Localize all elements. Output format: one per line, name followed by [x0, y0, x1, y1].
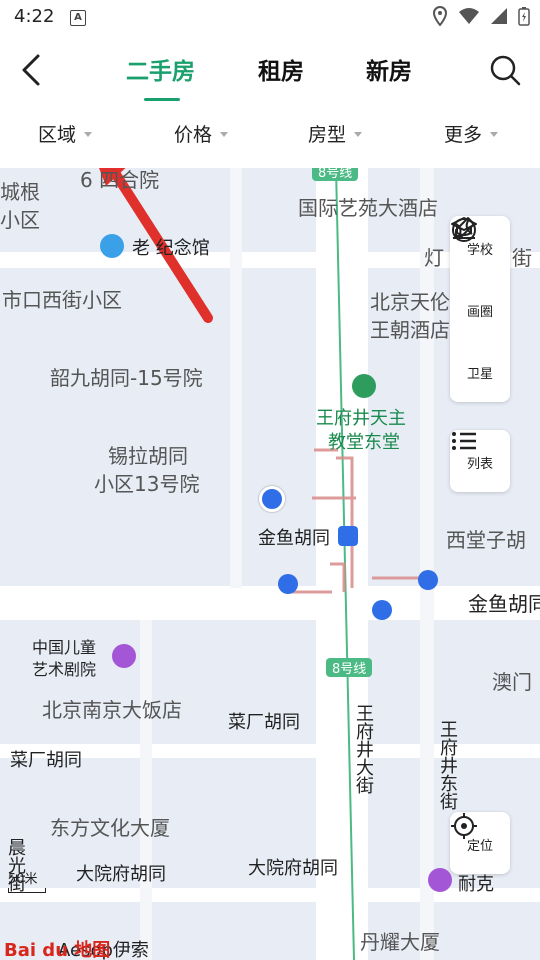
- map-label: 东方文化大厦: [50, 816, 170, 840]
- satellite-button[interactable]: 卫星: [450, 218, 510, 402]
- globe-icon: [452, 218, 476, 242]
- filter-layout[interactable]: 房型: [308, 120, 363, 147]
- filter-bar: 区域 价格 房型 更多: [0, 108, 540, 169]
- location-icon: [432, 6, 448, 26]
- search-icon: [490, 55, 521, 86]
- map-label: 菜厂胡同: [10, 750, 82, 771]
- bus-stop-c-icon: [278, 574, 298, 594]
- map-label: 小区13号院: [94, 472, 200, 496]
- map-label: 金鱼胡同: [468, 592, 540, 616]
- list-icon: [452, 432, 476, 450]
- theater-icon: [112, 644, 136, 668]
- status-time: 4:22: [14, 6, 55, 27]
- top-nav: 二手房 租房 新房: [0, 36, 540, 108]
- map-label: 金鱼胡同: [258, 528, 330, 549]
- map-layer-controls: 学校 画圈 卫星: [450, 216, 510, 402]
- baidu-map-logo: Bai du 地图: [4, 940, 111, 960]
- crosshair-icon: [451, 813, 477, 839]
- current-location-icon: [259, 486, 285, 512]
- tab-rent[interactable]: 租房: [258, 52, 304, 86]
- tab-new-homes[interactable]: 新房: [366, 52, 412, 86]
- shop-icon: [428, 868, 452, 892]
- map-label: 城根: [0, 180, 40, 204]
- map-scale-bar: [8, 888, 46, 893]
- caret-down-icon: [354, 132, 363, 137]
- subway-line-badge: 8号线: [312, 168, 359, 181]
- map-label: 国际艺苑大酒店: [298, 196, 438, 220]
- satellite-label: 卫星: [466, 366, 493, 382]
- battery-icon: [518, 7, 530, 26]
- map-scale-label: 50米: [8, 872, 38, 887]
- draw-circle-button[interactable]: 画圈: [450, 217, 510, 340]
- map-label: 6 四合院: [80, 168, 160, 192]
- list-button[interactable]: 列表: [450, 430, 510, 492]
- map-view[interactable]: 城根 小区 6 四合院 8号线 国际艺苑大酒店 老 纪念馆 灯 街 市口西街小区…: [0, 168, 540, 960]
- caret-down-icon: [490, 132, 499, 137]
- map-label: 艺术剧院: [32, 660, 97, 679]
- status-icons: [432, 6, 530, 26]
- map-label: 北京南京大饭店: [42, 698, 182, 722]
- locate-button[interactable]: 定位: [450, 812, 510, 874]
- map-label: 锡拉胡同: [108, 444, 188, 468]
- filter-layout-label: 房型: [308, 124, 347, 146]
- map-label: 市口西街小区: [2, 288, 122, 312]
- active-tab-indicator: [144, 98, 180, 101]
- subway-line-badge: 8号线: [326, 658, 373, 677]
- map-label: 丹耀大厦: [360, 930, 440, 954]
- list-label: 列表: [466, 456, 493, 472]
- map-label: 王朝酒店: [370, 318, 450, 342]
- map-label: 教堂东堂: [328, 432, 400, 453]
- filter-price[interactable]: 价格: [174, 120, 229, 147]
- search-button[interactable]: [486, 50, 524, 90]
- chevron-left-icon: [22, 54, 40, 86]
- filter-district-label: 区域: [38, 124, 77, 146]
- subway-exit-icon: [372, 600, 392, 620]
- map-label: 北京天伦: [370, 290, 450, 314]
- map-label: 老 纪念馆: [132, 238, 210, 259]
- bus-stop-b-icon: [418, 570, 438, 590]
- map-label: 王府井天主: [316, 408, 406, 429]
- map-label: 小区: [0, 208, 40, 232]
- map-label: 王府井东街: [437, 720, 458, 810]
- caret-down-icon: [220, 132, 229, 137]
- caret-down-icon: [84, 132, 93, 137]
- map-label: 王府井大街: [353, 704, 374, 794]
- signal-icon: [491, 8, 507, 24]
- map-label: 韶九胡同-15号院: [50, 366, 203, 390]
- map-label: 澳门: [492, 670, 532, 694]
- map-label: 灯: [424, 246, 444, 270]
- tab-secondhand[interactable]: 二手房: [126, 52, 195, 86]
- subway-station-icon: [338, 526, 358, 546]
- list-view-control: 列表: [450, 430, 510, 492]
- map-label: 大院府胡同: [248, 858, 338, 879]
- locate-control: 定位: [450, 812, 510, 874]
- map-label: 西堂子胡: [446, 528, 526, 552]
- filter-district[interactable]: 区域: [38, 120, 93, 147]
- filter-more-label: 更多: [444, 124, 483, 146]
- map-label: 街: [512, 246, 532, 270]
- map-label: 中国儿童: [32, 638, 97, 657]
- museum-icon: [100, 234, 124, 258]
- status-bar: 4:22 A: [0, 0, 540, 36]
- church-icon: [352, 374, 376, 398]
- filter-more[interactable]: 更多: [444, 120, 499, 147]
- notification-badge-icon: A: [70, 10, 86, 26]
- map-label: 菜厂胡同: [228, 712, 300, 733]
- draw-label: 画圈: [466, 304, 493, 320]
- map-label: 大院府胡同: [76, 864, 166, 885]
- filter-price-label: 价格: [174, 124, 213, 146]
- wifi-icon: [459, 8, 479, 24]
- back-button[interactable]: [14, 48, 52, 92]
